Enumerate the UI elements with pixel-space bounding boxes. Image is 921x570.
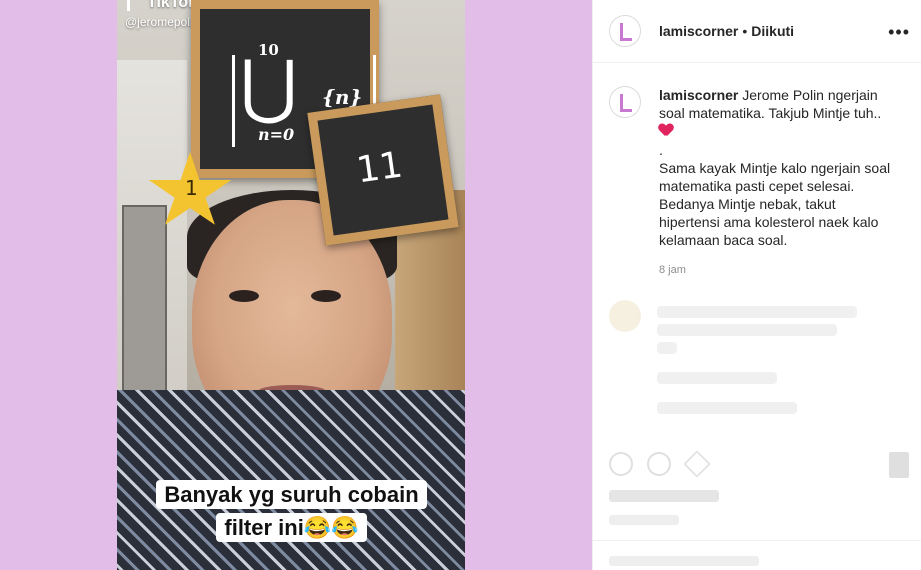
post-date-placeholder <box>609 515 679 525</box>
divider <box>593 540 921 541</box>
video-frame[interactable]: TikTok @jeromepolin98 10 ⋃ {n} n=0 11 1 <box>117 0 465 570</box>
union-symbol: ⋃ <box>240 45 298 127</box>
likes-count-placeholder <box>609 490 719 502</box>
heart-icon <box>659 124 673 137</box>
caption-line-2: filter ini😂😂 <box>216 513 367 542</box>
caption-dot: . <box>659 142 663 158</box>
avatar[interactable] <box>609 15 641 47</box>
tiktok-watermark: TikTok <box>127 0 197 12</box>
caption-line-1: Banyak yg suruh cobain <box>156 480 427 509</box>
video-caption: Banyak yg suruh cobain filter ini😂😂 <box>154 478 429 544</box>
post-sidebar: lamiscorner • Diikuti ••• lamiscorner Je… <box>592 0 921 570</box>
faded-line <box>657 324 837 336</box>
avatar <box>609 300 641 332</box>
post-header: lamiscorner • Diikuti ••• <box>593 0 921 63</box>
star-score: 1 <box>185 176 198 200</box>
tiktok-label: TikTok <box>147 0 198 11</box>
faded-line <box>657 372 777 384</box>
like-icon[interactable] <box>609 452 633 476</box>
faded-comment <box>609 300 899 420</box>
follow-status-button[interactable]: Diikuti <box>751 23 794 39</box>
caption-text-2: Sama kayak Mintje kalo ngerjain soal mat… <box>659 160 891 248</box>
union-lower-bound: n=0 <box>258 125 295 144</box>
faded-line <box>657 342 677 354</box>
share-icon[interactable] <box>683 450 711 478</box>
abs-bar-left <box>232 55 235 147</box>
tiktok-icon <box>127 0 141 11</box>
person-eye-right <box>311 290 341 302</box>
answer-value: 11 <box>354 144 406 192</box>
media-panel: TikTok @jeromepolin98 10 ⋃ {n} n=0 11 1 <box>0 0 592 570</box>
answer-chalkboard: 11 <box>307 94 459 246</box>
faded-line <box>657 306 857 318</box>
person-eye-left <box>229 290 259 302</box>
post-timestamp[interactable]: 8 jam <box>659 264 686 276</box>
background-door <box>122 205 167 405</box>
avatar[interactable] <box>609 86 641 118</box>
caption-username[interactable]: lamiscorner <box>659 87 738 103</box>
faded-line <box>657 402 797 414</box>
action-bar <box>609 450 909 480</box>
more-icon[interactable]: ••• <box>888 22 910 43</box>
instagram-post-view: TikTok @jeromepolin98 10 ⋃ {n} n=0 11 1 <box>0 0 921 570</box>
header-username[interactable]: lamiscorner <box>659 23 738 39</box>
header-separator: • <box>742 23 748 39</box>
bookmark-icon[interactable] <box>889 452 909 478</box>
comment-icon[interactable] <box>647 452 671 476</box>
add-comment-placeholder[interactable] <box>609 556 759 566</box>
caption-body: lamiscorner Jerome Polin ngerjain soal m… <box>659 86 899 249</box>
